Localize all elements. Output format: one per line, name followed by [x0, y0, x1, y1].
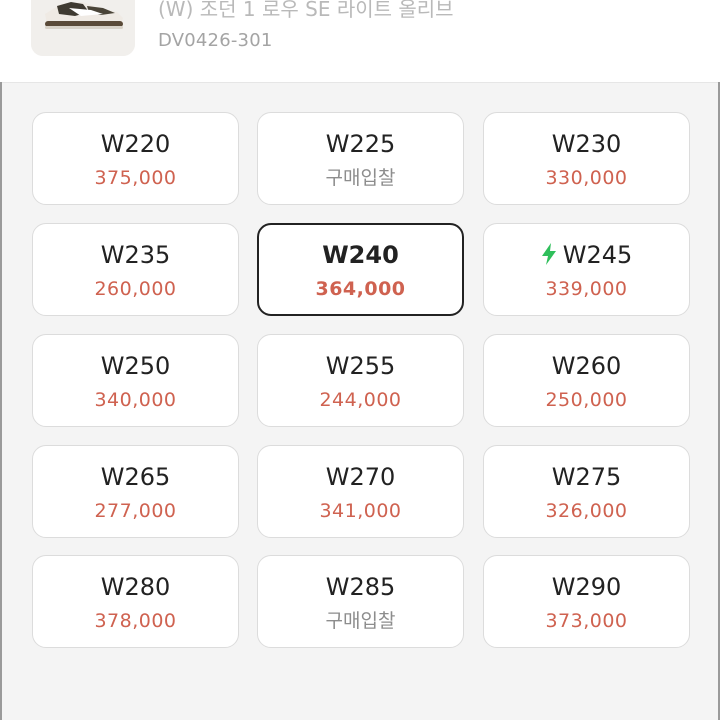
size-text: W285: [325, 573, 396, 601]
size-price: 339,000: [545, 278, 628, 300]
size-text: W250: [100, 352, 171, 380]
size-label: W225: [258, 129, 463, 159]
size-price: 구매입찰: [325, 610, 396, 632]
size-label: W285: [258, 572, 463, 602]
size-label: W235: [33, 240, 238, 270]
size-label: W260: [484, 351, 689, 381]
size-text: W265: [100, 463, 171, 491]
size-price: 277,000: [94, 500, 177, 522]
size-price: 구매입찰: [325, 167, 396, 189]
size-label: W290: [484, 572, 689, 602]
size-label: W270: [258, 462, 463, 492]
size-option-w250[interactable]: W250 340,000: [32, 334, 239, 427]
size-text: W270: [325, 463, 396, 491]
size-option-w255[interactable]: W255 244,000: [257, 334, 464, 427]
size-text: W290: [551, 573, 622, 601]
size-option-w230[interactable]: W230 330,000: [483, 112, 690, 205]
size-text: W260: [551, 352, 622, 380]
size-price: 250,000: [545, 389, 628, 411]
size-label: W245: [484, 240, 689, 270]
size-option-w280[interactable]: W280 378,000: [32, 555, 239, 648]
size-option-w240[interactable]: W240 364,000: [257, 223, 464, 316]
size-price: 330,000: [545, 167, 628, 189]
size-text: W225: [325, 130, 396, 158]
size-price: 378,000: [94, 610, 177, 632]
size-option-w275[interactable]: W275 326,000: [483, 445, 690, 538]
size-text: W245: [562, 241, 633, 269]
size-price: 341,000: [319, 500, 402, 522]
size-text: W220: [100, 130, 171, 158]
size-grid: W220 375,000 W225 구매입찰 W230 330,000 W235 260,00…: [0, 0, 720, 720]
size-label: W240: [259, 240, 462, 270]
size-option-w270[interactable]: W270 341,000: [257, 445, 464, 538]
size-option-w285[interactable]: W285 구매입찰: [257, 555, 464, 648]
size-option-w290[interactable]: W290 373,000: [483, 555, 690, 648]
size-price: 373,000: [545, 610, 628, 632]
size-label: W275: [484, 462, 689, 492]
size-text: W255: [325, 352, 396, 380]
size-price: 260,000: [94, 278, 177, 300]
size-select-screen: (W) 조던 1 로우 SE 라이트 올리브 DV0426-301 W220 37…: [0, 0, 720, 720]
size-price: 326,000: [545, 500, 628, 522]
size-label: W255: [258, 351, 463, 381]
lightning-bolt-icon: [541, 243, 556, 265]
size-text: W230: [551, 130, 622, 158]
size-price: 244,000: [319, 389, 402, 411]
size-price: 375,000: [94, 167, 177, 189]
size-option-w265[interactable]: W265 277,000: [32, 445, 239, 538]
size-option-w225[interactable]: W225 구매입찰: [257, 112, 464, 205]
size-price: 364,000: [315, 278, 406, 300]
size-label: W250: [33, 351, 238, 381]
size-label: W220: [33, 129, 238, 159]
size-option-w235[interactable]: W235 260,000: [32, 223, 239, 316]
size-label: W280: [33, 572, 238, 602]
size-option-w220[interactable]: W220 375,000: [32, 112, 239, 205]
size-label: W265: [33, 462, 238, 492]
size-text: W275: [551, 463, 622, 491]
size-text: W235: [100, 241, 171, 269]
size-label: W230: [484, 129, 689, 159]
size-text: W280: [100, 573, 171, 601]
size-text: W240: [322, 241, 399, 269]
size-price: 340,000: [94, 389, 177, 411]
size-option-w260[interactable]: W260 250,000: [483, 334, 690, 427]
size-option-w245[interactable]: W245 339,000: [483, 223, 690, 316]
